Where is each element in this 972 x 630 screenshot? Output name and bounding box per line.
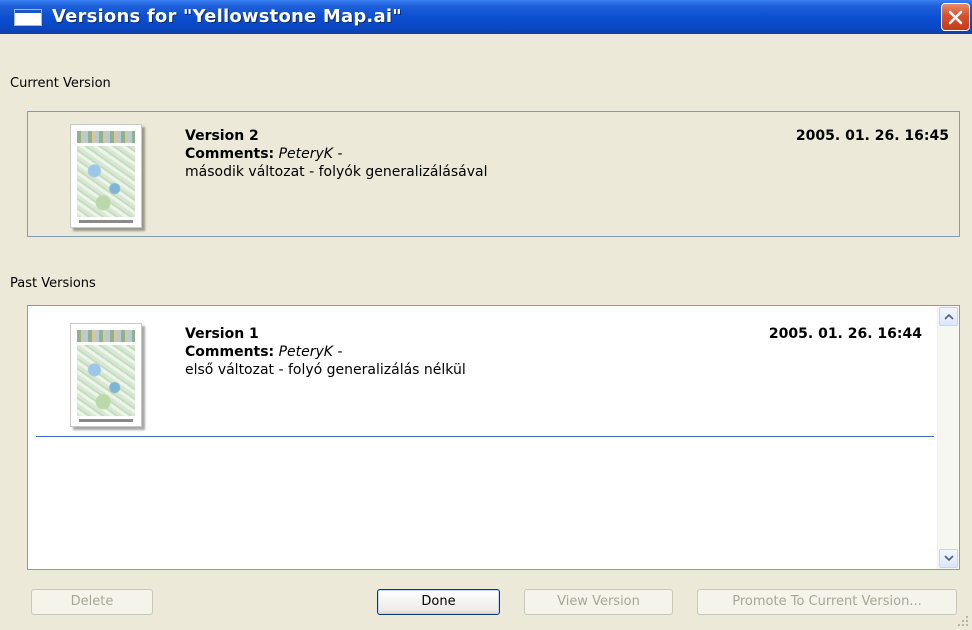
version-thumbnail <box>70 124 142 228</box>
version-thumbnail <box>70 323 142 427</box>
current-version-panel: Version 2 Comments: PeteryK - második vá… <box>27 111 960 237</box>
close-button[interactable] <box>941 3 970 31</box>
version-title: Version 1 <box>185 326 259 342</box>
comments-label: Comments: <box>185 146 275 162</box>
chevron-up-icon <box>944 313 954 320</box>
scroll-down-button[interactable] <box>939 549 958 568</box>
chevron-down-icon <box>944 555 954 562</box>
title-bar[interactable]: Versions for "Yellowstone Map.ai" <box>0 0 972 34</box>
list-item[interactable]: Version 1 Comments: PeteryK - első válto… <box>28 306 938 437</box>
vertical-scrollbar[interactable] <box>937 306 959 569</box>
version-date: 2005. 01. 26. 16:45 <box>795 128 949 144</box>
delete-button[interactable]: Delete <box>31 589 153 615</box>
promote-to-current-button[interactable]: Promote To Current Version... <box>697 589 957 615</box>
comment-author: PeteryK <box>278 344 333 360</box>
version-comments: Comments: PeteryK - <box>185 344 343 360</box>
resize-grip-icon[interactable] <box>957 615 969 627</box>
view-version-button[interactable]: View Version <box>524 589 673 615</box>
version-title: Version 2 <box>185 128 259 144</box>
window-icon <box>14 9 42 26</box>
window-title: Versions for "Yellowstone Map.ai" <box>52 6 402 27</box>
past-versions-list[interactable]: Version 1 Comments: PeteryK - első válto… <box>27 305 960 570</box>
comment-separator: - <box>337 344 343 360</box>
version-date: 2005. 01. 26. 16:44 <box>768 326 922 342</box>
done-button[interactable]: Done <box>377 589 500 615</box>
version-comments: Comments: PeteryK - <box>185 146 343 162</box>
comments-label: Comments: <box>185 344 275 360</box>
past-versions-label: Past Versions <box>10 276 96 291</box>
current-version-label: Current Version <box>10 76 111 91</box>
comment-separator: - <box>337 146 343 162</box>
close-icon <box>948 10 963 25</box>
version-note: második változat - folyók generalizálásá… <box>185 164 488 180</box>
row-divider <box>36 436 934 437</box>
scroll-up-button[interactable] <box>939 307 958 326</box>
version-note: első változat - folyó generalizálás nélk… <box>185 362 466 378</box>
comment-author: PeteryK <box>278 146 333 162</box>
